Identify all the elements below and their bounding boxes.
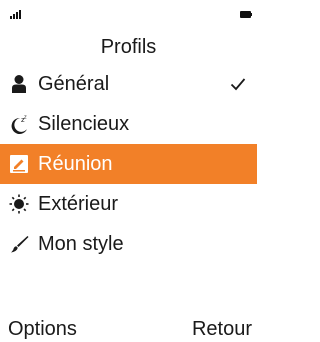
page-title: Profils — [100, 36, 157, 58]
signal-bars-icon — [10, 10, 21, 19]
meeting-note-icon — [10, 155, 28, 173]
svg-text:z: z — [24, 115, 27, 121]
profile-item-label: Mon style — [38, 233, 124, 255]
checkmark-icon — [230, 78, 246, 91]
profile-item-silent[interactable]: z z Silencieux — [0, 104, 257, 144]
profile-item-label: Réunion — [38, 153, 113, 175]
softkey-bar: Options Retour — [0, 316, 257, 342]
profile-item-label: Extérieur — [38, 193, 119, 215]
profile-item-meeting[interactable]: Réunion — [0, 144, 257, 184]
sun-icon — [9, 194, 29, 214]
profile-item-my-style[interactable]: Mon style — [0, 224, 257, 264]
profile-list: Général z z Silencieux Réunion Extérieur… — [0, 64, 257, 264]
profile-item-label: Général — [38, 73, 110, 95]
battery-icon — [240, 11, 252, 18]
status-bar — [0, 0, 257, 24]
brush-icon — [11, 236, 29, 253]
options-softkey[interactable]: Options — [8, 316, 77, 342]
person-icon — [12, 75, 26, 93]
profile-item-general[interactable]: Général — [0, 64, 257, 104]
profile-item-label: Silencieux — [38, 113, 130, 135]
back-softkey[interactable]: Retour — [192, 316, 252, 342]
profile-item-outdoor[interactable]: Extérieur — [0, 184, 257, 224]
moon-sleep-icon: z z — [11, 115, 27, 134]
